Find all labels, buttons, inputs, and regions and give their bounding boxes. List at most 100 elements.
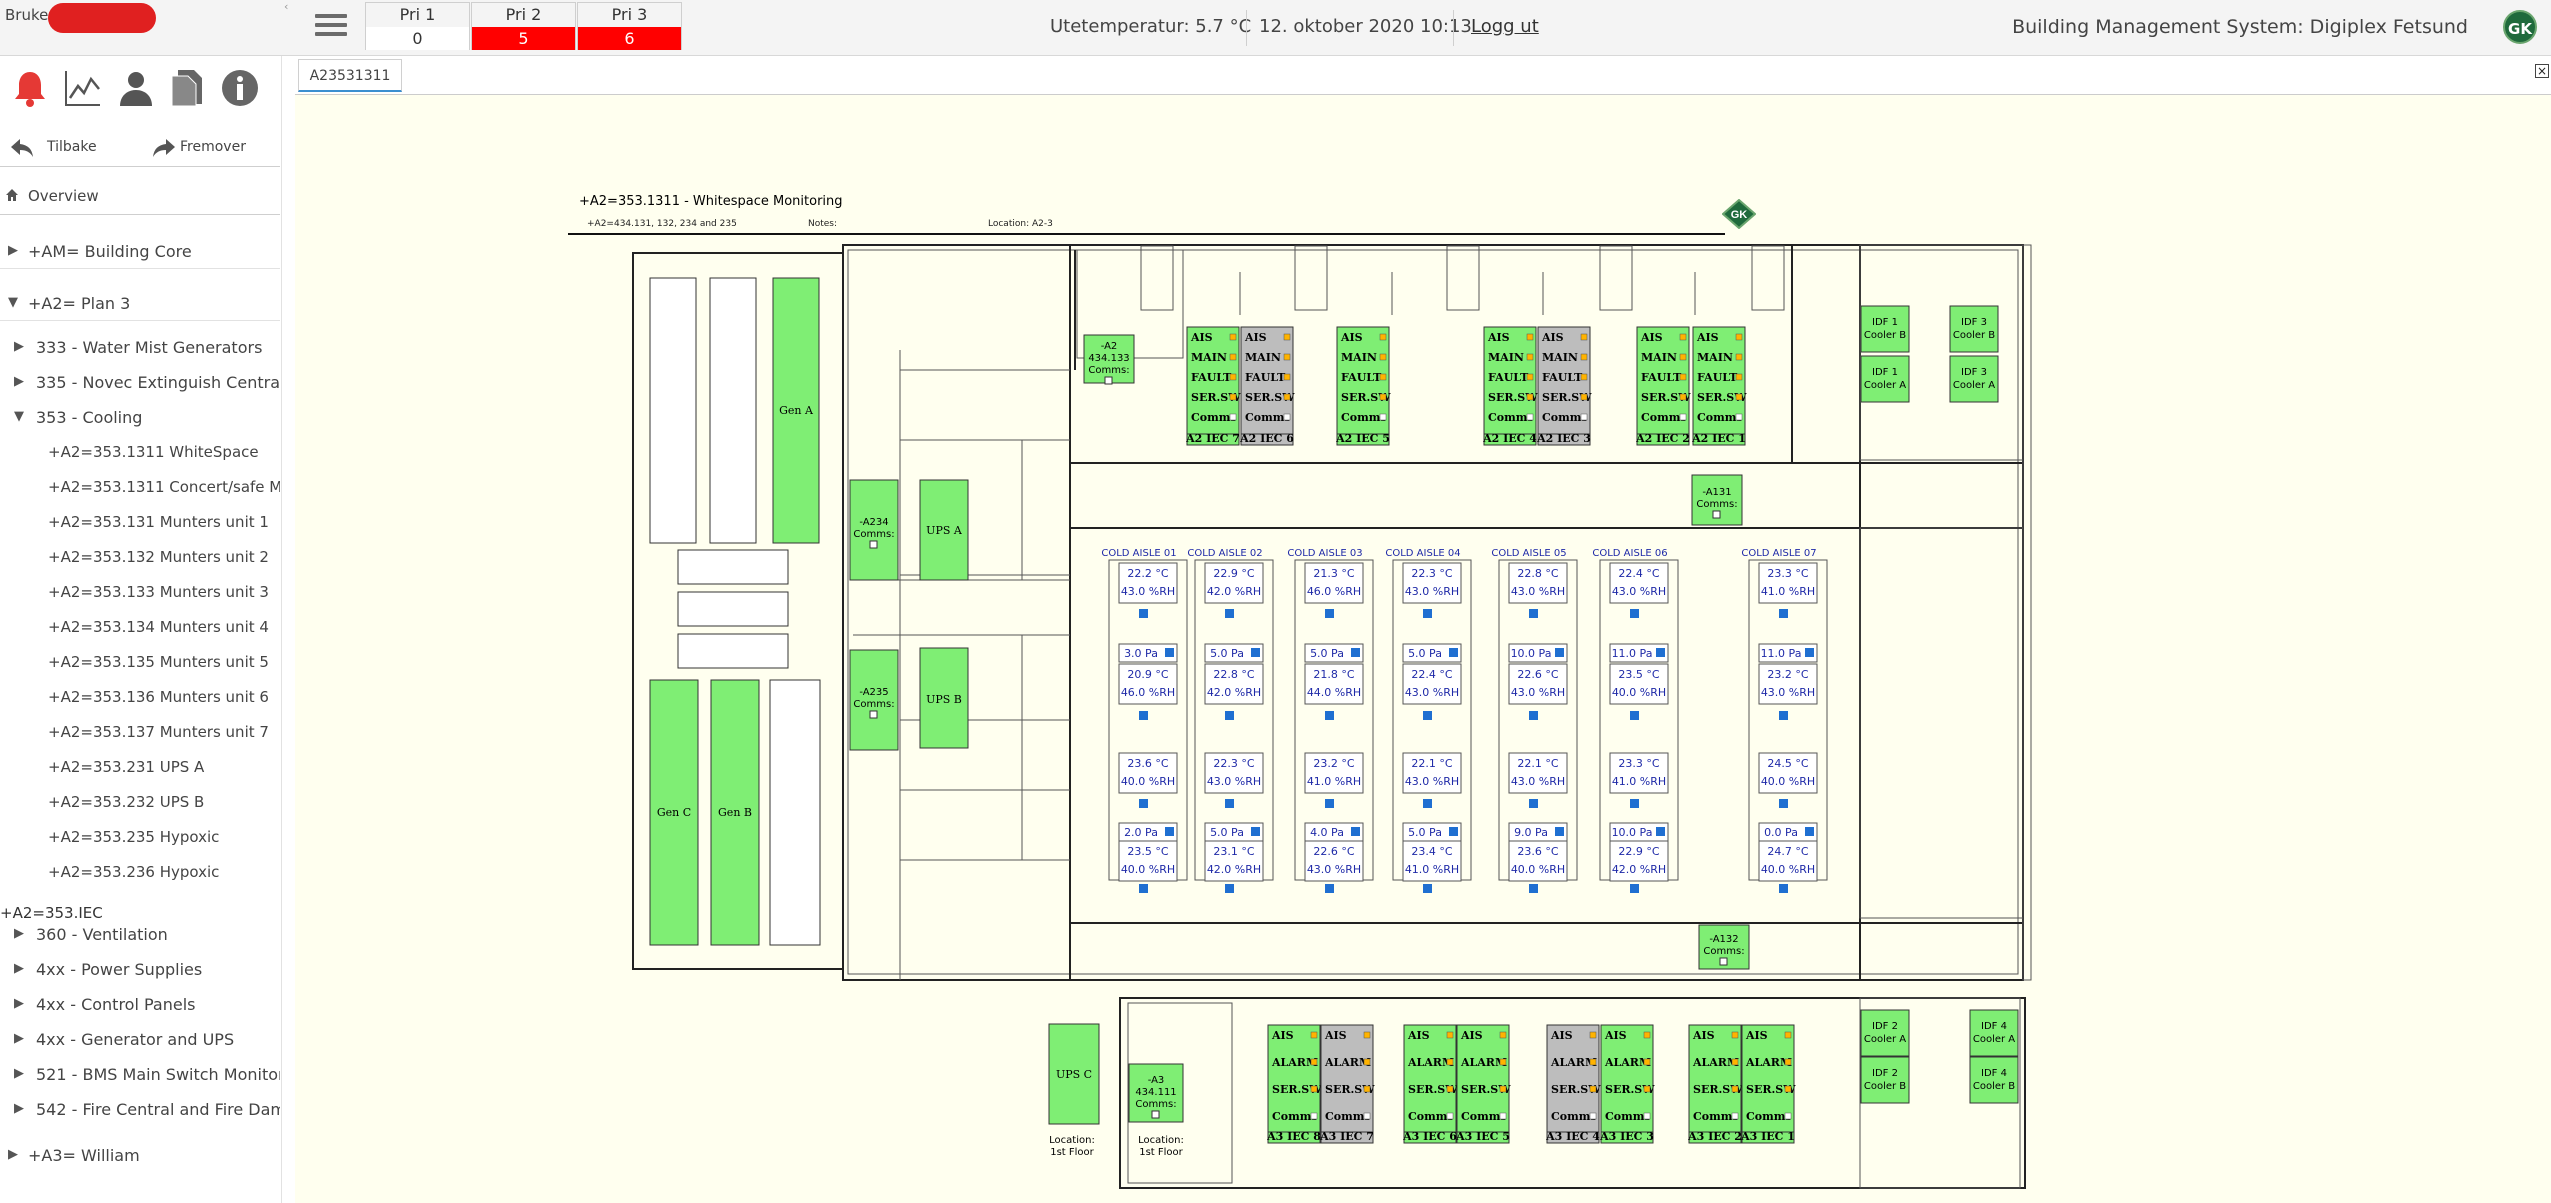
- tree-item-label: +A2=353.137 Munters unit 7: [48, 723, 269, 741]
- floorplan-canvas: [295, 95, 2551, 1203]
- tree-item[interactable]: +A2=353.137 Munters unit 7: [0, 715, 280, 750]
- tree-item-label: +A2=353.133 Munters unit 3: [48, 583, 269, 601]
- tree-item-label: 521 - BMS Main Switch Monitoring: [36, 1065, 280, 1084]
- floorplan-title: +A2=353.1311 - Whitespace Monitoring: [579, 194, 843, 209]
- tree-item-label: +A2=353.136 Munters unit 6: [48, 688, 269, 706]
- tree-item[interactable]: ▶ 521 - BMS Main Switch Monitoring: [0, 1057, 280, 1092]
- tree-item[interactable]: ▶ +AM= Building Core: [0, 234, 280, 269]
- tree-item[interactable]: +A2=353.131 Munters unit 1: [0, 505, 280, 540]
- priority-label: Pri 3: [578, 3, 681, 27]
- outdoor-temperature: Utetemperatur: 5.7 °C: [1050, 16, 1252, 37]
- tree-item[interactable]: +A2=353.132 Munters unit 2: [0, 540, 280, 575]
- tree-item-label: +A2= Plan 3: [28, 294, 131, 313]
- collapsed-arrow-icon[interactable]: ▶: [8, 1147, 18, 1162]
- gk-logo: GK: [2503, 10, 2537, 44]
- collapsed-arrow-icon[interactable]: ▶: [14, 1066, 24, 1081]
- tree-item-label: 353 - Cooling: [36, 408, 143, 427]
- user-icon[interactable]: [116, 68, 156, 108]
- tree-item[interactable]: +A2=353.235 Hypoxic: [0, 820, 280, 855]
- divider: [0, 166, 280, 167]
- gk-logo-icon: GK: [1722, 199, 1756, 229]
- chart-icon[interactable]: [63, 68, 103, 108]
- divider: [1453, 10, 1454, 46]
- priority-3-counter[interactable]: Pri 3 6: [577, 2, 682, 50]
- tree-item-label: 4xx - Generator and UPS: [36, 1030, 235, 1049]
- tree-item-label: +A2=353.1311 WhiteSpace: [48, 443, 259, 461]
- home-icon: [6, 189, 18, 201]
- close-tab-icon[interactable]: ×: [2535, 64, 2549, 78]
- tree-item[interactable]: ▶ 4xx - Power Supplies: [0, 952, 280, 987]
- expanded-arrow-icon[interactable]: ▼: [8, 295, 18, 310]
- tree-item-label: 335 - Novec Extinguish Centrals: [36, 373, 280, 392]
- tree-item[interactable]: ▶ +A3= William: [0, 1138, 280, 1173]
- priority-value: 0: [366, 27, 469, 50]
- forward-arrow-icon[interactable]: [152, 137, 176, 159]
- collapsed-arrow-icon[interactable]: ▶: [8, 243, 18, 258]
- floorplan-subtitle: +A2=434.131, 132, 234 and 235: [587, 219, 737, 229]
- tree-item[interactable]: ▶ 335 - Novec Extinguish Centrals: [0, 365, 280, 400]
- floorplan-notes: Notes:: [808, 219, 838, 229]
- back-arrow-icon[interactable]: [10, 137, 34, 159]
- tree-item-label: 360 - Ventilation: [36, 925, 168, 944]
- sidebar: Tilbake Fremover Overview ▶ +AM= Building…: [0, 56, 282, 1203]
- tree-item[interactable]: ▶ 333 - Water Mist Generators: [0, 330, 280, 365]
- priority-value: 5: [472, 27, 575, 50]
- priority-label: Pri 2: [472, 3, 575, 27]
- datetime: 12. oktober 2020 10:13: [1259, 16, 1472, 37]
- tree-item-label: +A3= William: [28, 1146, 140, 1165]
- tree-item[interactable]: +A2=353.136 Munters unit 6: [0, 680, 280, 715]
- document-icon[interactable]: [168, 68, 208, 108]
- forward-button[interactable]: Fremover: [180, 139, 246, 155]
- priority-value: 6: [578, 27, 681, 50]
- menu-button[interactable]: [315, 11, 347, 41]
- collapsed-arrow-icon[interactable]: ▶: [14, 1031, 24, 1046]
- tree-item-label: +AM= Building Core: [28, 242, 192, 261]
- collapsed-arrow-icon[interactable]: ▶: [14, 996, 24, 1011]
- tab-bar: A23531311 ×: [295, 56, 2551, 94]
- tree-item-label: 542 - Fire Central and Fire Dampe: [36, 1100, 280, 1119]
- collapsed-arrow-icon[interactable]: ▶: [14, 374, 24, 389]
- tree-item[interactable]: ▶ 542 - Fire Central and Fire Dampe: [0, 1092, 280, 1127]
- expanded-arrow-icon[interactable]: ▼: [14, 409, 24, 424]
- logout-link[interactable]: Logg ut: [1471, 16, 1539, 37]
- priority-1-counter[interactable]: Pri 1 0: [365, 2, 470, 50]
- tree-item[interactable]: ▶ 4xx - Generator and UPS: [0, 1022, 280, 1057]
- redacted-username: [48, 3, 156, 33]
- tree-item-label: 4xx - Control Panels: [36, 995, 196, 1014]
- divider: [0, 214, 280, 215]
- tree-item[interactable]: ▶ 360 - Ventilation: [0, 917, 280, 952]
- collapsed-arrow-icon[interactable]: ▶: [14, 339, 24, 354]
- tree-item[interactable]: +A2=353.133 Munters unit 3: [0, 575, 280, 610]
- tree-item[interactable]: +A2=353.134 Munters unit 4: [0, 610, 280, 645]
- collapsed-arrow-icon[interactable]: ▶: [14, 1101, 24, 1116]
- collapsed-arrow-icon[interactable]: ▶: [14, 961, 24, 976]
- back-button[interactable]: Tilbake: [47, 139, 97, 155]
- priority-2-counter[interactable]: Pri 2 5: [471, 2, 576, 50]
- tree-item-label: +A2=353.131 Munters unit 1: [48, 513, 269, 531]
- svg-text:GK: GK: [1731, 209, 1748, 221]
- tree-item[interactable]: +A2=353.232 UPS B: [0, 785, 280, 820]
- tree-item-label: +A2=353.231 UPS A: [48, 758, 205, 776]
- tree-item[interactable]: ▼ +A2= Plan 3: [0, 286, 280, 321]
- overview-link[interactable]: Overview: [0, 178, 280, 213]
- collapsed-arrow-icon[interactable]: ▶: [14, 926, 24, 941]
- floorplan-location: Location: A2-3: [988, 219, 1053, 229]
- tree-item[interactable]: ▶ 4xx - Control Panels: [0, 987, 280, 1022]
- tree-item-label: +A2=353.236 Hypoxic: [48, 863, 220, 881]
- tree-item-label: +A2=353.135 Munters unit 5: [48, 653, 269, 671]
- tree-item[interactable]: +A2=353.236 Hypoxic: [0, 855, 280, 890]
- bell-icon[interactable]: [10, 68, 50, 108]
- tab-a23531311[interactable]: A23531311: [298, 59, 402, 92]
- tree-item[interactable]: ▼ 353 - Cooling: [0, 400, 280, 435]
- collapse-sidebar-icon[interactable]: ‹: [284, 0, 288, 13]
- tree-item-label: +A2=353.235 Hypoxic: [48, 828, 220, 846]
- tree-item-label: +A2=353.132 Munters unit 2: [48, 548, 269, 566]
- tree-item-label: 333 - Water Mist Generators: [36, 338, 263, 357]
- info-icon[interactable]: [220, 68, 260, 108]
- tree-item[interactable]: +A2=353.1311 Concert/safe Mod: [0, 470, 280, 505]
- system-title: Building Management System: Digiplex Fet…: [2012, 16, 2468, 38]
- overview-label: Overview: [28, 187, 99, 205]
- tree-item[interactable]: +A2=353.1311 WhiteSpace: [0, 435, 280, 470]
- tree-item[interactable]: +A2=353.231 UPS A: [0, 750, 280, 785]
- tree-item[interactable]: +A2=353.135 Munters unit 5: [0, 645, 280, 680]
